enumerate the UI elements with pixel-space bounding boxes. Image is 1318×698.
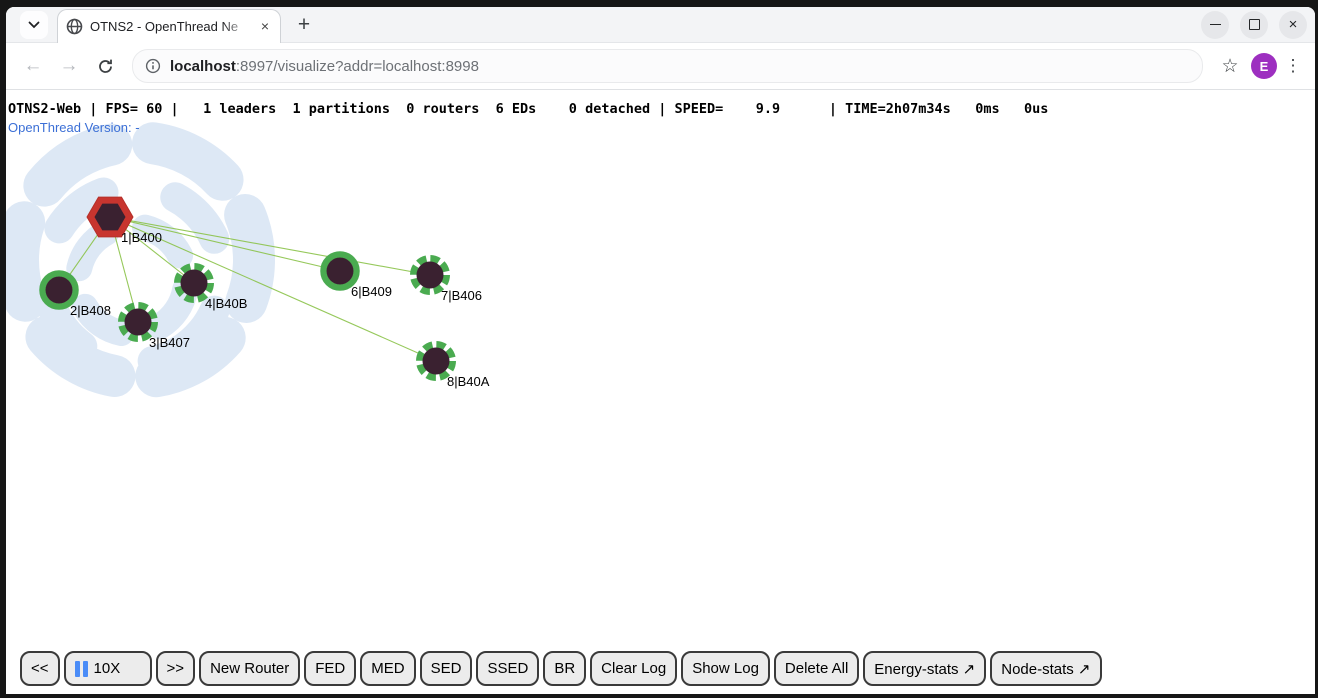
speed-decrease-label: << xyxy=(31,660,49,677)
maximize-icon xyxy=(1249,19,1260,30)
watermark-logo xyxy=(6,111,285,408)
node-stats-label: Node-stats ↗ xyxy=(1001,660,1090,678)
forward-button[interactable]: → xyxy=(54,51,84,81)
speed-decrease-button[interactable]: << xyxy=(20,651,60,686)
network-canvas: 1|B400 2|B408 3|B407 4|B40B 6|B409 7|B406 8|B4… xyxy=(6,90,1315,694)
profile-avatar[interactable]: E xyxy=(1251,53,1277,79)
pause-speed-button[interactable]: 10X xyxy=(64,651,152,686)
node-label: 1|B400 xyxy=(121,230,162,245)
clear-log-button[interactable]: Clear Log xyxy=(590,651,677,686)
med-label: MED xyxy=(371,660,404,677)
energy-stats-label: Energy-stats ↗ xyxy=(874,660,975,678)
speed-increase-button[interactable]: >> xyxy=(156,651,196,686)
minimize-button[interactable] xyxy=(1201,11,1229,39)
node-core xyxy=(125,309,152,336)
bookmark-star-icon[interactable]: ☆ xyxy=(1215,51,1245,81)
clear-log-label: Clear Log xyxy=(601,660,666,677)
chevron-down-icon xyxy=(28,21,40,29)
delete-all-button[interactable]: Delete All xyxy=(774,651,859,686)
node-7[interactable]: 7|B406 xyxy=(414,259,482,304)
minimize-icon xyxy=(1210,24,1221,26)
speed-label: 10X xyxy=(94,660,121,677)
window-controls: × xyxy=(1201,11,1307,39)
tab-title: OTNS2 - OpenThread Ne xyxy=(90,19,251,34)
add-fed-button[interactable]: FED xyxy=(304,651,356,686)
address-bar[interactable]: localhost:8997/visualize?addr=localhost:… xyxy=(132,49,1203,83)
site-info-icon[interactable] xyxy=(145,58,161,74)
pause-icon xyxy=(75,661,88,677)
openthread-version-link[interactable]: OpenThread Version: - xyxy=(8,120,140,135)
sim-stats-text: OTNS2-Web | FPS= 60 | 1 leaders 1 partit… xyxy=(8,101,1048,117)
fed-label: FED xyxy=(315,660,345,677)
maximize-button[interactable] xyxy=(1240,11,1268,39)
node-core xyxy=(46,277,73,304)
new-tab-button[interactable]: + xyxy=(289,10,319,40)
browser-toolbar: ← → localhost:8997/visualize?addr=localh… xyxy=(6,43,1315,89)
node-6[interactable]: 6|B409 xyxy=(324,255,392,300)
node-label: 4|B40B xyxy=(205,296,247,311)
node-label: 2|B408 xyxy=(70,303,111,318)
back-button[interactable]: ← xyxy=(18,51,48,81)
ssed-label: SSED xyxy=(487,660,528,677)
url-path: :8997/visualize?addr=localhost:8998 xyxy=(236,58,479,75)
globe-favicon-icon xyxy=(66,18,83,35)
node-label: 8|B40A xyxy=(447,374,490,389)
tab-close-icon[interactable]: × xyxy=(258,18,272,34)
url-host: localhost xyxy=(170,58,236,75)
browser-window: OTNS2 - OpenThread Ne × + × ← → localhos… xyxy=(6,7,1315,694)
node-label: 6|B409 xyxy=(351,284,392,299)
reload-button[interactable] xyxy=(90,51,120,81)
node-8[interactable]: 8|B40A xyxy=(420,345,490,390)
menu-kebab-icon[interactable]: ⋮ xyxy=(1283,51,1303,81)
url-text: localhost:8997/visualize?addr=localhost:… xyxy=(170,58,479,75)
add-br-button[interactable]: BR xyxy=(543,651,586,686)
new-router-label: New Router xyxy=(210,660,289,677)
show-log-label: Show Log xyxy=(692,660,759,677)
add-sed-button[interactable]: SED xyxy=(420,651,473,686)
close-window-button[interactable]: × xyxy=(1279,11,1307,39)
reload-icon xyxy=(97,58,114,75)
br-label: BR xyxy=(554,660,575,677)
control-bar: << 10X >> New Router FED MED SED SSED BR… xyxy=(20,651,1102,686)
node-label: 3|B407 xyxy=(149,335,190,350)
add-ssed-button[interactable]: SSED xyxy=(476,651,539,686)
tab-search-button[interactable] xyxy=(20,11,48,39)
node-core xyxy=(417,262,444,289)
node-core xyxy=(423,348,450,375)
new-router-button[interactable]: New Router xyxy=(199,651,300,686)
status-bar: OTNS2-Web | FPS= 60 | 1 leaders 1 partit… xyxy=(8,101,1048,137)
node-stats-button[interactable]: Node-stats ↗ xyxy=(990,651,1101,686)
add-med-button[interactable]: MED xyxy=(360,651,415,686)
node-label: 7|B406 xyxy=(441,288,482,303)
node-core xyxy=(327,258,354,285)
sed-label: SED xyxy=(431,660,462,677)
speed-increase-label: >> xyxy=(167,660,185,677)
node-core xyxy=(181,270,208,297)
browser-tab-strip: OTNS2 - OpenThread Ne × + × xyxy=(6,7,1315,43)
delete-all-label: Delete All xyxy=(785,660,848,677)
otns-visualizer-page: 1|B400 2|B408 3|B407 4|B40B 6|B409 7|B406 8|B4… xyxy=(6,90,1315,694)
show-log-button[interactable]: Show Log xyxy=(681,651,770,686)
browser-tab[interactable]: OTNS2 - OpenThread Ne × xyxy=(57,9,281,43)
energy-stats-button[interactable]: Energy-stats ↗ xyxy=(863,651,986,686)
